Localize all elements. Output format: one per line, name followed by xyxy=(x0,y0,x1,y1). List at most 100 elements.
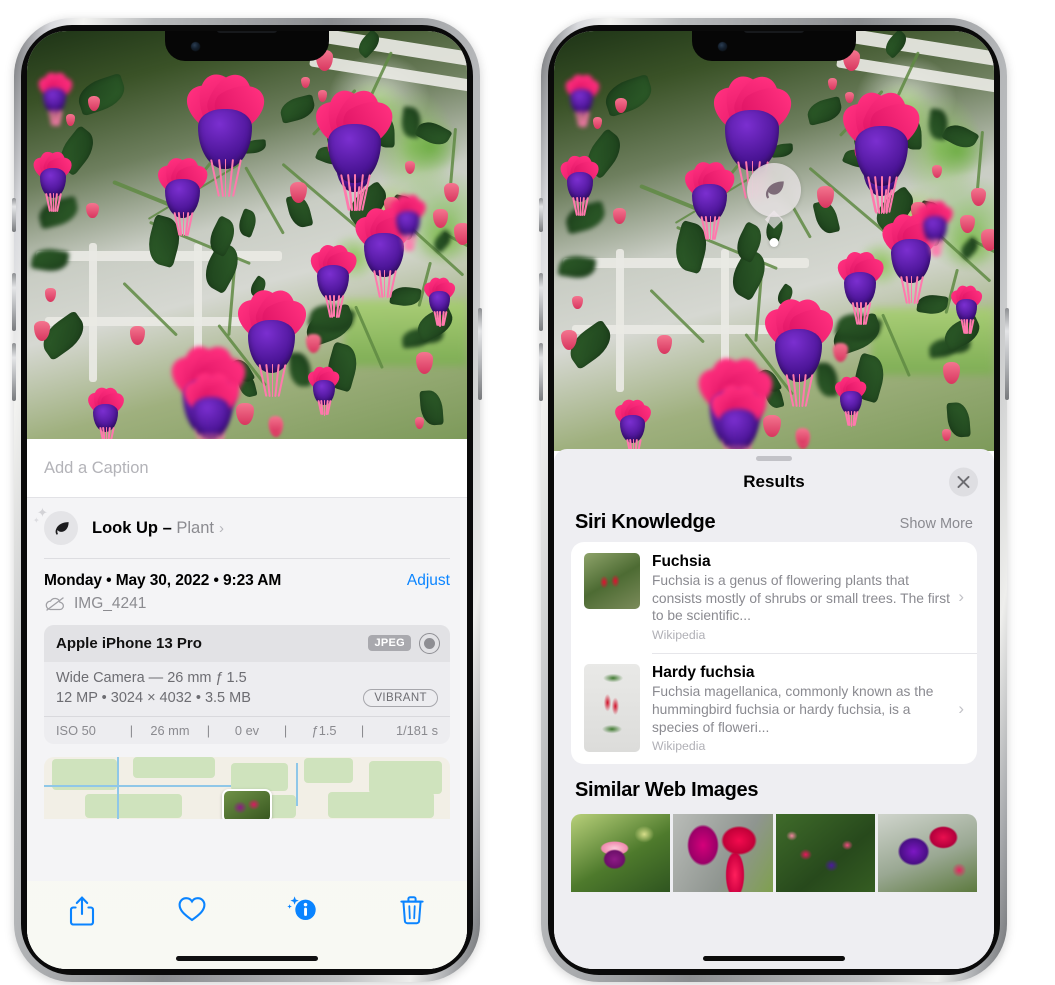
exif-device-row: Apple iPhone 13 Pro JPEG xyxy=(44,624,450,662)
earpiece-speaker xyxy=(217,31,277,33)
photographic-style-badge: VIBRANT xyxy=(363,688,438,707)
siri-knowledge-header: Siri Knowledge Show More xyxy=(554,503,994,542)
flower-bud xyxy=(613,208,626,224)
volume-down-button[interactable] xyxy=(539,343,543,401)
lens-description: Wide Camera — 26 mm ƒ 1.5 xyxy=(56,669,247,686)
power-button[interactable] xyxy=(1005,308,1009,400)
photo-viewer[interactable] xyxy=(27,31,467,439)
web-image-thumbnail[interactable] xyxy=(877,814,977,893)
section-title-similar-web-images: Similar Web Images xyxy=(575,779,759,802)
knowledge-title: Fuchsia xyxy=(652,553,711,570)
caption-field-row[interactable]: Add a Caption xyxy=(27,439,467,498)
leaf-icon xyxy=(765,181,784,199)
fuchsia-flower xyxy=(27,147,79,212)
visual-lookup-badge[interactable] xyxy=(747,163,801,217)
close-icon xyxy=(957,475,970,488)
volume-down-button[interactable] xyxy=(12,343,16,401)
display-notch xyxy=(165,31,329,61)
fuchsia-flower xyxy=(32,69,78,127)
similar-web-images-row[interactable] xyxy=(571,814,977,893)
flower-bud xyxy=(129,326,145,345)
camera-device-name: Apple iPhone 13 Pro xyxy=(56,634,202,652)
right-iphone-device: Results Siri Knowledge Show More Fuchsia xyxy=(539,18,1009,982)
exif-stat-aperture: ƒ1.5 xyxy=(311,722,337,738)
photo-location-pin[interactable] xyxy=(222,788,272,819)
fuchsia-flower xyxy=(172,66,279,197)
exif-card[interactable]: Apple iPhone 13 Pro JPEG Wide Camera — 2… xyxy=(44,624,450,744)
silent-switch[interactable] xyxy=(12,198,16,232)
info-sparkle-icon xyxy=(287,896,316,920)
volume-up-button[interactable] xyxy=(539,273,543,331)
photo-info-sheet: Add a Caption ✦ ✦ Look Up – Plant › Mond… xyxy=(27,439,467,969)
adjust-button[interactable]: Adjust xyxy=(407,572,450,590)
front-camera xyxy=(718,42,727,51)
power-button[interactable] xyxy=(478,308,482,400)
web-image-thumbnail[interactable] xyxy=(673,814,773,893)
exif-stats-row: ISO 50 | 26 mm | 0 ev | ƒ1.5 | 1/181 s xyxy=(44,715,450,744)
left-phone-screen: Add a Caption ✦ ✦ Look Up – Plant › Mond… xyxy=(27,31,467,969)
cloud-slash-icon xyxy=(45,596,65,611)
look-up-row[interactable]: ✦ ✦ Look Up – Plant › xyxy=(27,498,467,558)
knowledge-item[interactable]: Fuchsia Fuchsia is a genus of flowering … xyxy=(571,542,977,653)
knowledge-source: Wikipedia xyxy=(652,627,706,642)
results-title: Results xyxy=(743,472,805,491)
photo-location-map[interactable] xyxy=(44,756,450,819)
home-indicator[interactable] xyxy=(176,956,318,961)
knowledge-item[interactable]: Hardy fuchsia Fuchsia magellanica, commo… xyxy=(571,653,977,764)
image-size-info: 12 MP • 3024 × 4032 • 3.5 MB xyxy=(56,689,251,706)
file-format-badge: JPEG xyxy=(368,635,411,651)
photo-viewer[interactable] xyxy=(554,31,994,451)
visual-lookup-anchor-dot xyxy=(769,238,779,247)
siri-knowledge-card: Fuchsia Fuchsia is a genus of flowering … xyxy=(571,542,977,765)
left-iphone-device: Add a Caption ✦ ✦ Look Up – Plant › Mond… xyxy=(12,18,482,982)
lens-icon xyxy=(419,632,440,654)
close-button[interactable] xyxy=(949,467,978,497)
porch-post xyxy=(88,243,97,382)
earpiece-speaker xyxy=(744,31,804,33)
web-image-thumbnail[interactable] xyxy=(571,814,671,893)
sparkle-small-icon: ✦ xyxy=(33,516,40,525)
fuchsia-flower xyxy=(559,71,605,128)
fuchsia-flower xyxy=(554,151,606,216)
delete-button[interactable] xyxy=(357,895,467,925)
web-image-thumbnail[interactable] xyxy=(775,814,875,893)
leaf-icon: ✦ ✦ xyxy=(33,506,78,545)
fuchsia-flower xyxy=(828,83,934,214)
fuchsia-flower xyxy=(945,282,988,335)
flower-bud xyxy=(981,229,994,251)
show-more-button[interactable]: Show More xyxy=(900,516,973,532)
photo-datetime: Monday • May 30, 2022 • 9:23 AM xyxy=(44,571,282,589)
date-row: Monday • May 30, 2022 • 9:23 AM Adjust xyxy=(27,559,467,590)
fuchsia-flower xyxy=(829,373,872,427)
results-header: Results xyxy=(554,461,994,503)
file-row: IMG_4241 xyxy=(27,590,467,625)
chevron-right-icon: › xyxy=(958,698,964,718)
knowledge-title: Hardy fuchsia xyxy=(652,664,755,682)
fuchsia-flower xyxy=(910,196,959,257)
display-notch xyxy=(692,31,856,61)
info-button[interactable] xyxy=(247,895,357,925)
exif-stat-iso: ISO 50 xyxy=(56,722,96,738)
photo-filename: IMG_4241 xyxy=(74,594,147,612)
caption-input[interactable]: Add a Caption xyxy=(44,459,149,478)
share-button[interactable] xyxy=(27,895,137,927)
favorite-button[interactable] xyxy=(137,895,247,923)
knowledge-thumbnail xyxy=(584,664,640,753)
chevron-right-icon: › xyxy=(218,519,224,537)
exif-stat-focal: 26 mm xyxy=(150,722,190,738)
results-sheet: Results Siri Knowledge Show More Fuchsia xyxy=(554,449,994,969)
fuchsia-flower xyxy=(173,366,249,439)
knowledge-description: Fuchsia is a genus of flowering plants t… xyxy=(652,573,951,624)
volume-up-button[interactable] xyxy=(12,273,16,331)
exif-stat-shutter: 1/181 s xyxy=(396,722,438,738)
exif-stat-ev: 0 ev xyxy=(234,722,260,738)
home-indicator[interactable] xyxy=(703,956,845,961)
section-title-siri-knowledge: Siri Knowledge xyxy=(575,511,716,533)
silent-switch[interactable] xyxy=(539,198,543,232)
right-phone-screen: Results Siri Knowledge Show More Fuchsia xyxy=(554,31,994,969)
fuchsia-flower xyxy=(302,363,345,416)
heart-icon xyxy=(178,897,206,922)
flower-bud xyxy=(656,335,672,354)
trash-icon xyxy=(400,896,424,925)
fuchsia-flower xyxy=(700,378,776,451)
